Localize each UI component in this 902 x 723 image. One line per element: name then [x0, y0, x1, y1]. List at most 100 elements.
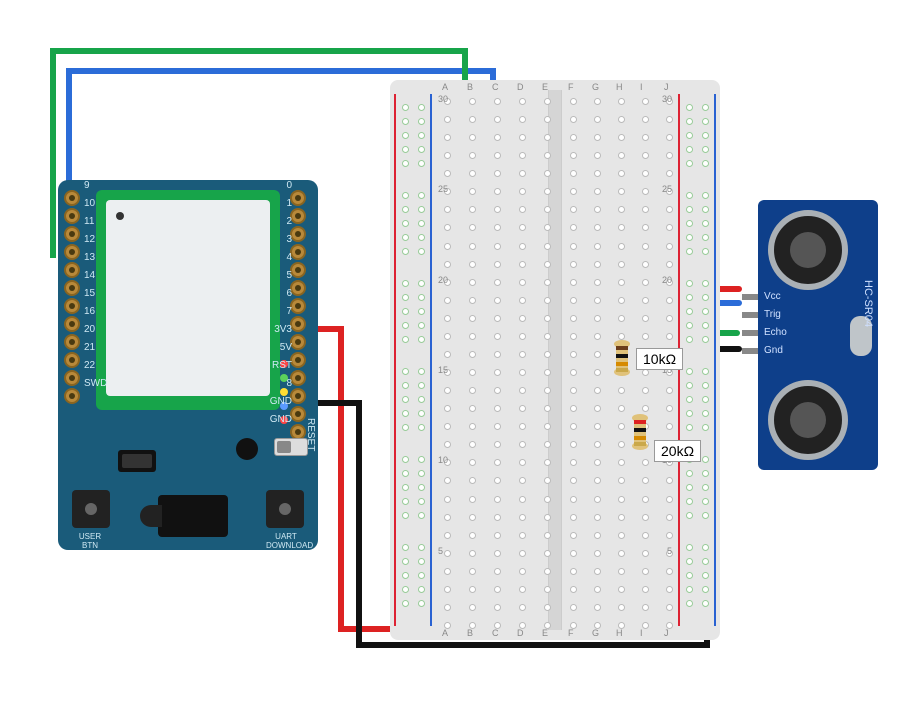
status-led-icon [280, 388, 288, 396]
mcu-pin-SWD [64, 388, 80, 404]
col-letter: C [492, 82, 499, 92]
tie-point [469, 423, 476, 430]
user-button[interactable] [72, 490, 110, 528]
rail-hole [402, 104, 409, 111]
rail-hole [686, 248, 693, 255]
tie-point [642, 514, 649, 521]
tie-point [642, 134, 649, 141]
tie-point [519, 279, 526, 286]
mcu-pin-label: GND [270, 414, 292, 425]
rail-hole [686, 234, 693, 241]
mcu-pin-21 [64, 352, 80, 368]
row-number: 20 [438, 275, 448, 285]
tie-point [519, 116, 526, 123]
tie-point [544, 351, 551, 358]
rail-hole [686, 382, 693, 389]
tie-point [570, 532, 577, 539]
mcu-pin-label: 13 [84, 252, 95, 263]
tie-point [594, 224, 601, 231]
tie-point [594, 333, 601, 340]
tie-point [494, 134, 501, 141]
tie-point [544, 568, 551, 575]
mcu-pin-label: 2 [286, 216, 292, 227]
tie-point [570, 604, 577, 611]
rail-hole [418, 192, 425, 199]
tie-point [594, 496, 601, 503]
reset-label: RESET [305, 418, 316, 451]
tie-point [544, 387, 551, 394]
rail-hole [702, 118, 709, 125]
rail-hole [702, 498, 709, 505]
rail-hole [418, 382, 425, 389]
tie-point [642, 586, 649, 593]
reset-switch[interactable] [274, 438, 308, 456]
mcu-pin-label: GND [270, 396, 292, 407]
tie-point [642, 98, 649, 105]
rail-hole [418, 308, 425, 315]
rail-hole [702, 382, 709, 389]
tie-point [444, 477, 451, 484]
tie-point [494, 405, 501, 412]
rail-hole [418, 512, 425, 519]
mcu-pin-label: 3V3 [274, 324, 292, 335]
rail-hole [402, 294, 409, 301]
sensor-name: HC-SR04 [862, 280, 874, 327]
tie-point [570, 243, 577, 250]
tie-point [469, 333, 476, 340]
rail-holes-left [390, 80, 436, 640]
rail-hole [402, 280, 409, 287]
tie-point [666, 405, 673, 412]
mcu-pin-label: 14 [84, 270, 95, 281]
rail-hole [418, 586, 425, 593]
rail-hole [402, 132, 409, 139]
tie-point [469, 477, 476, 484]
tie-point [666, 532, 673, 539]
tie-point [642, 550, 649, 557]
rail-hole [702, 586, 709, 593]
tie-point [469, 532, 476, 539]
tie-point [544, 116, 551, 123]
tie-point [519, 550, 526, 557]
tie-point [570, 152, 577, 159]
mcu-pin-4 [290, 262, 306, 278]
uart-download-button[interactable] [266, 490, 304, 528]
tie-point [594, 315, 601, 322]
tie-point [444, 550, 451, 557]
tie-point [594, 459, 601, 466]
mcu-pin-label: 8 [286, 378, 292, 389]
tie-point [618, 532, 625, 539]
rail-hole [702, 146, 709, 153]
col-letter: J [664, 628, 669, 638]
rail-hole [702, 220, 709, 227]
tie-point [444, 351, 451, 358]
tie-point [444, 206, 451, 213]
mcu-pin-8 [290, 388, 306, 404]
tie-point [642, 188, 649, 195]
tie-point [642, 206, 649, 213]
tie-point [544, 441, 551, 448]
rail-hole [686, 280, 693, 287]
tie-point [544, 188, 551, 195]
tie-point [519, 206, 526, 213]
rail-hole [418, 396, 425, 403]
col-letter: D [517, 82, 524, 92]
tie-point [618, 243, 625, 250]
mcu-pin-label: 21 [84, 342, 95, 353]
tie-point [666, 315, 673, 322]
uart-label: UART DOWNLOAD [266, 532, 306, 550]
rail-hole [402, 424, 409, 431]
row-number: 5 [438, 546, 443, 556]
tie-point [519, 152, 526, 159]
rail-hole [702, 336, 709, 343]
tie-point [544, 279, 551, 286]
rail-hole [418, 294, 425, 301]
tie-point [642, 243, 649, 250]
tie-point [469, 134, 476, 141]
tie-point [444, 514, 451, 521]
col-letter: G [592, 82, 599, 92]
tie-point [444, 387, 451, 394]
rail-hole [402, 118, 409, 125]
tie-point [469, 206, 476, 213]
col-letter: J [664, 82, 669, 92]
rail-hole [418, 572, 425, 579]
